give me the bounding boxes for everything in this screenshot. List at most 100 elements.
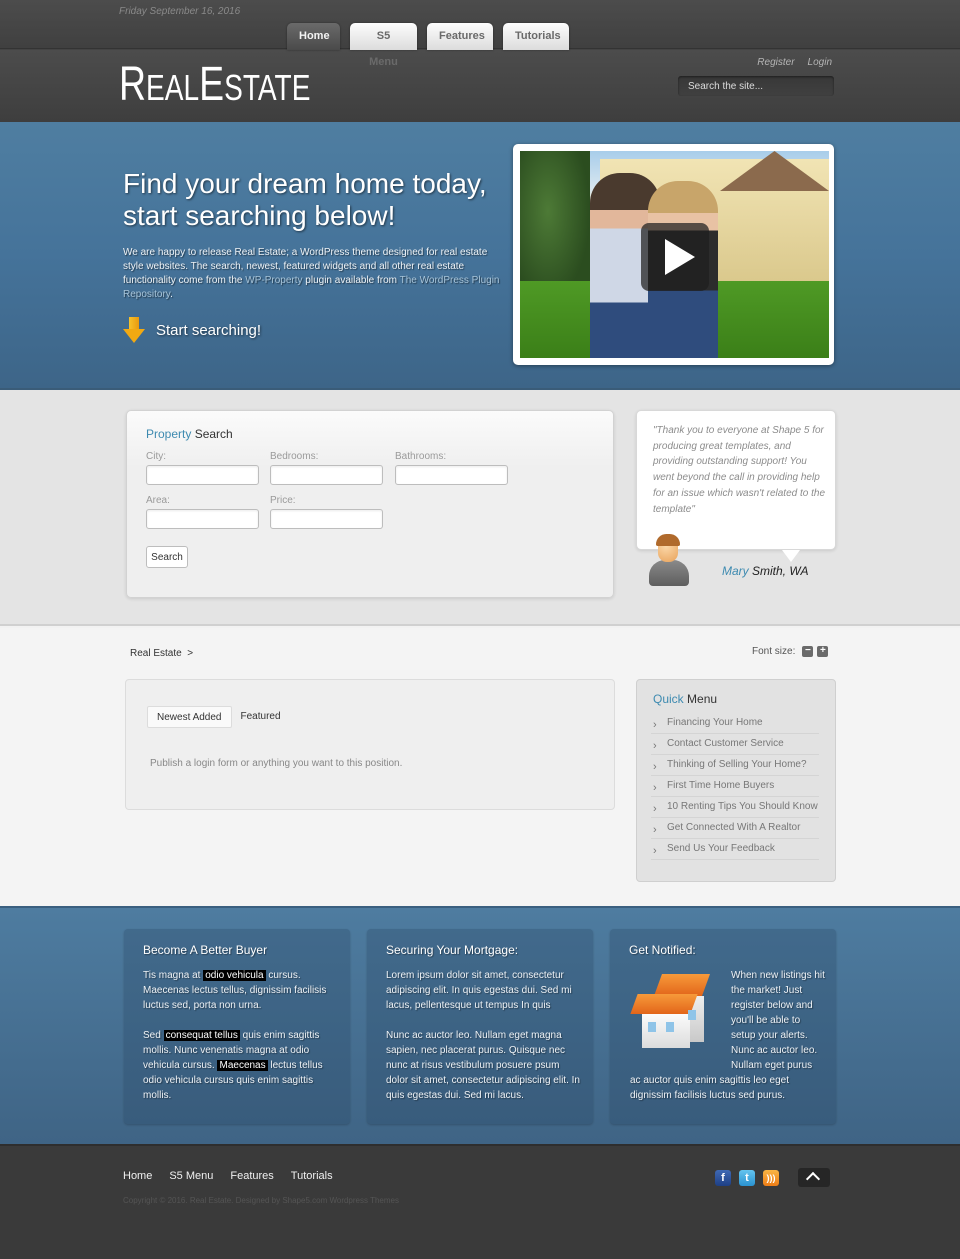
quick-menu: Quick Menu › Financing Your Home › Contact… bbox=[636, 679, 836, 882]
quick-menu-item[interactable]: › Financing Your Home bbox=[651, 713, 819, 734]
quick-menu-item[interactable]: › Thinking of Selling Your Home? bbox=[651, 755, 819, 776]
bedrooms-input[interactable] bbox=[270, 465, 383, 485]
city-label: City: bbox=[146, 451, 166, 462]
quick-menu-item[interactable]: › Contact Customer Service bbox=[651, 734, 819, 755]
highlight-text: consequat tellus bbox=[163, 1030, 240, 1041]
quick-menu-item-label: First Time Home Buyers bbox=[667, 780, 775, 791]
chevron-right-icon: › bbox=[653, 803, 657, 815]
video-frame bbox=[513, 144, 834, 365]
main-content: Real Estate > Font size: − + Newest Adde… bbox=[0, 628, 960, 906]
start-searching-link[interactable]: Start searching! bbox=[123, 317, 261, 343]
mortgage-column: Securing Your Mortgage: Lorem ipsum dolo… bbox=[367, 929, 593, 1124]
search-button[interactable]: Search bbox=[146, 546, 188, 568]
play-icon[interactable] bbox=[641, 223, 709, 291]
paragraph: Nunc ac auctor leo. Nullam eget magna sa… bbox=[386, 1030, 580, 1101]
testimonial-bubble: "Thank you to everyone at Shape 5 for pr… bbox=[636, 410, 836, 562]
chevron-right-icon: › bbox=[653, 740, 657, 752]
quick-menu-title: Quick Menu bbox=[653, 692, 717, 706]
avatar-icon bbox=[649, 534, 691, 588]
chevron-right-icon: › bbox=[653, 761, 657, 773]
title-highlight: Property bbox=[146, 427, 192, 441]
hero-desc-text: plugin available from bbox=[302, 275, 400, 286]
area-label: Area: bbox=[146, 495, 170, 506]
listing-tabs: Newest Added Featured bbox=[147, 706, 290, 728]
tab-newest-added[interactable]: Newest Added bbox=[147, 706, 232, 728]
area-field-group: Area: bbox=[146, 495, 259, 529]
footer-link-features[interactable]: Features bbox=[230, 1170, 273, 1182]
property-search-box: Property Search City: Bedrooms: Bathroom… bbox=[126, 410, 614, 598]
footer-link-tutorials[interactable]: Tutorials bbox=[291, 1170, 333, 1182]
hero-title: Find your dream home today, start search… bbox=[123, 168, 487, 231]
nav-tab-s5-menu[interactable]: S5 Menu bbox=[350, 23, 417, 68]
nav-tab-home[interactable]: Home bbox=[287, 23, 340, 50]
scroll-to-top-icon[interactable] bbox=[798, 1168, 830, 1187]
footer-link-s5-menu[interactable]: S5 Menu bbox=[169, 1170, 213, 1182]
register-link[interactable]: Register bbox=[757, 57, 794, 68]
paragraph: Lorem ipsum dolor sit amet, consectetur … bbox=[386, 970, 572, 1011]
quick-menu-item[interactable]: › Send Us Your Feedback bbox=[651, 839, 819, 860]
quick-menu-item-label: Financing Your Home bbox=[667, 717, 763, 728]
column-title: Become A Better Buyer bbox=[143, 943, 268, 957]
bathrooms-field-group: Bathrooms: bbox=[395, 451, 508, 485]
highlight-text: Maecenas bbox=[217, 1060, 268, 1071]
area-input[interactable] bbox=[146, 509, 259, 529]
price-field-group: Price: bbox=[270, 495, 383, 529]
property-search-title: Property Search bbox=[146, 427, 233, 441]
site-logo[interactable]: REALESTATE bbox=[119, 60, 310, 113]
tab-message: Publish a login form or anything you wan… bbox=[150, 758, 403, 769]
quick-menu-item-label: Thinking of Selling Your Home? bbox=[667, 759, 807, 770]
main-nav: Home S5 Menu Features Tutorials bbox=[287, 23, 569, 68]
logo-r: R bbox=[119, 58, 147, 111]
text: Sed bbox=[143, 1030, 164, 1041]
quick-menu-item-label: Contact Customer Service bbox=[667, 738, 784, 749]
column-text: Lorem ipsum dolor sit amet, consectetur … bbox=[386, 968, 581, 1118]
chevron-right-icon: › bbox=[653, 719, 657, 731]
footer-link-home[interactable]: Home bbox=[123, 1170, 152, 1182]
facebook-icon[interactable]: f bbox=[715, 1170, 731, 1186]
city-input[interactable] bbox=[146, 465, 259, 485]
quick-menu-item[interactable]: › 10 Renting Tips You Should Know bbox=[651, 797, 819, 818]
paragraph: Tis magna at odio vehicula cursus. Maece… bbox=[143, 968, 338, 1013]
get-notified-column: Get Notified: When new listings hit the … bbox=[610, 929, 836, 1124]
quick-menu-item[interactable]: › First Time Home Buyers bbox=[651, 776, 819, 797]
logo-state: STATE bbox=[224, 67, 311, 108]
video-thumbnail[interactable] bbox=[520, 151, 829, 358]
tab-featured[interactable]: Featured bbox=[232, 706, 290, 728]
title-highlight: Quick bbox=[653, 692, 684, 706]
hero-section: Find your dream home today, start search… bbox=[0, 122, 960, 390]
user-links: Register Login bbox=[757, 57, 832, 68]
twitter-icon[interactable]: t bbox=[739, 1170, 755, 1186]
site-search-input[interactable] bbox=[678, 76, 834, 96]
font-size-control: Font size: − + bbox=[752, 646, 829, 657]
column-title: Get Notified: bbox=[629, 943, 696, 957]
bathrooms-input[interactable] bbox=[395, 465, 508, 485]
social-links: f t ))) bbox=[715, 1170, 779, 1186]
logo-eal: EAL bbox=[146, 67, 200, 108]
chevron-right-icon: › bbox=[653, 845, 657, 857]
price-label: Price: bbox=[270, 495, 296, 506]
author-first-name: Mary bbox=[722, 564, 749, 578]
quick-menu-item[interactable]: › Get Connected With A Realtor bbox=[651, 818, 819, 839]
rss-icon[interactable]: ))) bbox=[763, 1170, 779, 1186]
login-link[interactable]: Login bbox=[808, 57, 832, 68]
quick-menu-item-label: 10 Renting Tips You Should Know bbox=[667, 801, 818, 812]
price-input[interactable] bbox=[270, 509, 383, 529]
font-size-label: Font size: bbox=[752, 646, 796, 657]
column-text: Tis magna at odio vehicula cursus. Maece… bbox=[143, 968, 338, 1118]
chevron-right-icon: › bbox=[653, 824, 657, 836]
bottom-section: Become A Better Buyer Tis magna at odio … bbox=[0, 906, 960, 1144]
quick-menu-item-label: Get Connected With A Realtor bbox=[667, 822, 801, 833]
site-footer: Home S5 Menu Features Tutorials Copyrigh… bbox=[0, 1144, 960, 1259]
breadcrumb-home[interactable]: Real Estate bbox=[130, 648, 182, 659]
author-rest: Smith, WA bbox=[748, 564, 809, 578]
font-decrease-icon[interactable]: − bbox=[802, 646, 814, 657]
breadcrumb: Real Estate > bbox=[130, 648, 193, 659]
nav-tab-features[interactable]: Features bbox=[427, 23, 493, 50]
nav-tab-tutorials[interactable]: Tutorials bbox=[503, 23, 569, 50]
site-header: Friday September 16, 2016 Home S5 Menu F… bbox=[0, 0, 960, 122]
bubble-tail bbox=[782, 550, 800, 562]
quick-menu-item-label: Send Us Your Feedback bbox=[667, 843, 775, 854]
font-increase-icon[interactable]: + bbox=[817, 646, 829, 657]
wp-property-link[interactable]: WP-Property bbox=[245, 275, 302, 286]
testimonial-author: Mary Smith, WA bbox=[722, 564, 808, 578]
